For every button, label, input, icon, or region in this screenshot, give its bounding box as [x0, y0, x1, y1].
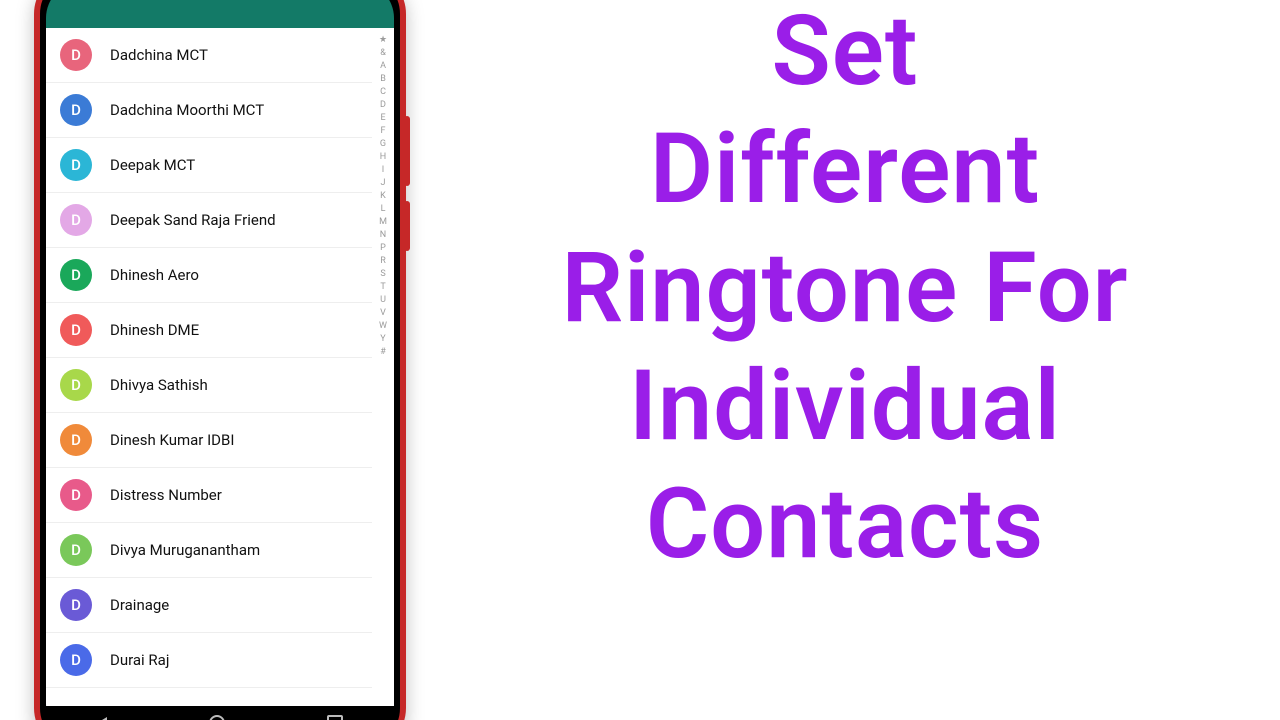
index-letter[interactable]: B [380, 73, 386, 85]
home-icon[interactable] [209, 715, 225, 720]
contact-row[interactable]: D Dhinesh DME [46, 303, 372, 358]
power-button [404, 201, 410, 251]
contact-row[interactable]: D Deepak MCT [46, 138, 372, 193]
contact-name: Dinesh Kumar IDBI [110, 431, 234, 449]
index-letter[interactable]: U [380, 294, 386, 306]
headline-line: Set [430, 0, 1260, 110]
index-letter[interactable]: G [380, 138, 386, 150]
index-letter[interactable]: F [381, 125, 386, 137]
index-letter[interactable]: M [379, 216, 387, 228]
index-letter[interactable]: K [380, 190, 386, 202]
contact-name: Dhinesh Aero [110, 266, 199, 284]
contact-name: Dadchina MCT [110, 46, 208, 64]
volume-button [404, 116, 410, 186]
contact-name: Drainage [110, 596, 169, 614]
contact-row[interactable]: D Distress Number [46, 468, 372, 523]
contact-avatar: D [60, 39, 92, 71]
contact-row[interactable]: D Dadchina Moorthi MCT [46, 83, 372, 138]
contact-avatar: D [60, 204, 92, 236]
index-letter[interactable]: # [380, 346, 386, 358]
phone-frame: D Dadchina MCT D Dadchina Moorthi MCT D Deepa… [34, 0, 406, 720]
index-letter[interactable]: P [380, 242, 386, 254]
contact-list[interactable]: D Dadchina MCT D Dadchina Moorthi MCT D Deepa… [46, 28, 372, 706]
contact-row[interactable]: D Dhivya Sathish [46, 358, 372, 413]
index-letter[interactable]: & [380, 47, 386, 59]
index-letter[interactable]: C [380, 86, 386, 98]
index-letter[interactable]: T [380, 281, 385, 293]
alpha-index[interactable]: ★&ABCDEFGHIJKLMNPRSTUVWY# [372, 28, 394, 706]
contact-avatar: D [60, 479, 92, 511]
contact-row[interactable]: D Durai Raj [46, 633, 372, 688]
contact-avatar: D [60, 644, 92, 676]
contact-avatar: D [60, 589, 92, 621]
contact-avatar: D [60, 149, 92, 181]
index-letter[interactable]: ★ [379, 34, 387, 46]
status-bar [46, 0, 394, 28]
contact-name: Divya Muruganantham [110, 541, 260, 559]
index-letter[interactable]: Y [380, 333, 385, 345]
index-letter[interactable]: R [380, 255, 386, 267]
contact-name: Dadchina Moorthi MCT [110, 101, 264, 119]
contact-name: Deepak MCT [110, 156, 195, 174]
index-letter[interactable]: S [380, 268, 385, 280]
contact-row[interactable]: D Drainage [46, 578, 372, 633]
contact-avatar: D [60, 424, 92, 456]
contact-name: Deepak Sand Raja Friend [110, 211, 276, 229]
index-letter[interactable]: L [381, 203, 386, 215]
contact-avatar: D [60, 369, 92, 401]
contact-row[interactable]: D Dhinesh Aero [46, 248, 372, 303]
contact-avatar: D [60, 314, 92, 346]
contact-avatar: D [60, 94, 92, 126]
recents-icon[interactable] [327, 715, 343, 720]
contact-avatar: D [60, 259, 92, 291]
headline-line: Ringtone For [430, 229, 1260, 347]
contact-name: Dhinesh DME [110, 321, 199, 339]
contact-row[interactable]: D Deepak Sand Raja Friend [46, 193, 372, 248]
android-nav-bar [46, 706, 394, 720]
contact-row[interactable]: D Divya Muruganantham [46, 523, 372, 578]
contact-name: Distress Number [110, 486, 222, 504]
index-letter[interactable]: W [379, 320, 387, 332]
contact-avatar: D [60, 534, 92, 566]
headline-line: Individual [430, 347, 1260, 465]
index-letter[interactable]: E [380, 112, 385, 124]
index-letter[interactable]: I [382, 164, 384, 176]
headline: Set Different Ringtone For Individual Co… [430, 0, 1260, 584]
contact-name: Durai Raj [110, 651, 169, 669]
index-letter[interactable]: D [380, 99, 386, 111]
contact-row[interactable]: D Dadchina MCT [46, 28, 372, 83]
index-letter[interactable]: H [380, 151, 386, 163]
index-letter[interactable]: J [381, 177, 386, 189]
contacts-screen: D Dadchina MCT D Dadchina Moorthi MCT D Deepa… [46, 28, 394, 706]
headline-line: Contacts [430, 465, 1260, 583]
index-letter[interactable]: A [380, 60, 386, 72]
contact-name: Dhivya Sathish [110, 376, 208, 394]
index-letter[interactable]: V [380, 307, 386, 319]
index-letter[interactable]: N [380, 229, 386, 241]
contact-row[interactable]: D Dinesh Kumar IDBI [46, 413, 372, 468]
headline-line: Different [430, 110, 1260, 228]
